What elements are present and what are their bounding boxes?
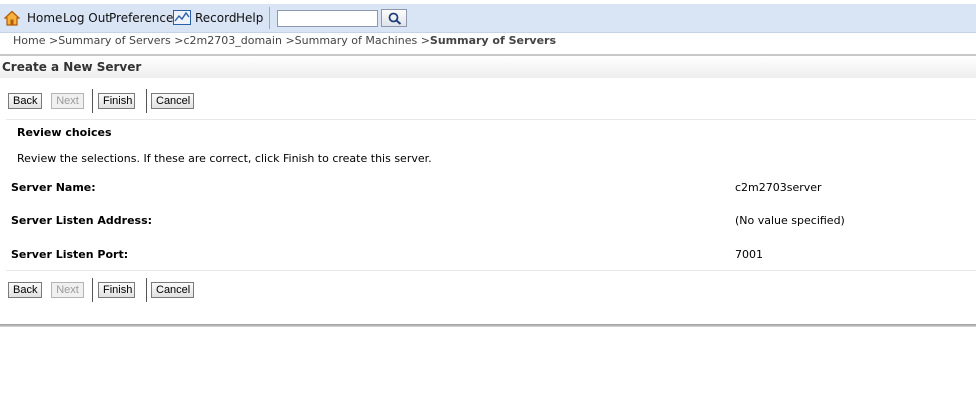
- divider: [6, 119, 976, 120]
- field-label-server-name: Server Name:: [11, 181, 96, 194]
- finish-button[interactable]: Finish: [98, 282, 135, 298]
- field-value-listen-address: (No value specified): [735, 214, 845, 227]
- wizard-buttons-bottom: Back Next Finish Cancel: [0, 277, 976, 307]
- search-button[interactable]: [381, 9, 407, 27]
- toolbar-divider: [269, 7, 270, 29]
- wizard-buttons-top: Back Next Finish Cancel: [0, 88, 976, 118]
- instructions-text: Review the selections. If these are corr…: [17, 152, 432, 165]
- button-divider: [92, 89, 93, 113]
- field-label-listen-address: Server Listen Address:: [11, 214, 153, 227]
- divider: [6, 270, 976, 271]
- back-button[interactable]: Back: [8, 282, 42, 298]
- breadcrumb-separator: >: [420, 34, 430, 47]
- breadcrumb-separator: >: [285, 34, 295, 47]
- button-divider: [146, 89, 147, 113]
- field-value-listen-port: 7001: [735, 248, 763, 261]
- button-divider: [146, 278, 147, 302]
- breadcrumb: Home >Summary of Servers >c2m2703_domain…: [13, 34, 556, 48]
- global-toolbar: Home Log Out Preferences Record Help: [0, 4, 976, 33]
- breadcrumb-summary-of-machines[interactable]: Summary of Machines: [295, 34, 418, 47]
- panel-header: Create a New Server: [0, 54, 976, 78]
- breadcrumb-home[interactable]: Home: [13, 34, 45, 47]
- button-divider: [92, 278, 93, 302]
- breadcrumb-domain[interactable]: c2m2703_domain: [183, 34, 281, 47]
- section-title: Review choices: [17, 126, 112, 139]
- record-icon[interactable]: [173, 10, 191, 25]
- next-button[interactable]: Next: [51, 93, 84, 109]
- breadcrumb-summary-of-servers[interactable]: Summary of Servers: [58, 34, 171, 47]
- home-icon[interactable]: [4, 10, 20, 26]
- field-label-listen-port: Server Listen Port:: [11, 248, 129, 261]
- cancel-button[interactable]: Cancel: [151, 282, 194, 298]
- record-link[interactable]: Record: [195, 4, 236, 32]
- next-button[interactable]: Next: [51, 282, 84, 298]
- page-title: Create a New Server: [2, 60, 142, 74]
- breadcrumb-separator: >: [48, 34, 59, 47]
- help-link[interactable]: Help: [236, 4, 263, 32]
- logout-link[interactable]: Log Out: [63, 4, 110, 32]
- finish-button[interactable]: Finish: [98, 93, 135, 109]
- preferences-link[interactable]: Preferences: [109, 4, 180, 32]
- search-input[interactable]: [277, 10, 378, 27]
- search-icon: [388, 12, 402, 25]
- panel-bottom-border: [0, 324, 976, 327]
- field-value-server-name: c2m2703server: [735, 181, 822, 194]
- back-button[interactable]: Back: [8, 93, 42, 109]
- home-link[interactable]: Home: [27, 4, 62, 32]
- cancel-button[interactable]: Cancel: [151, 93, 194, 109]
- breadcrumb-current: Summary of Servers: [429, 34, 557, 47]
